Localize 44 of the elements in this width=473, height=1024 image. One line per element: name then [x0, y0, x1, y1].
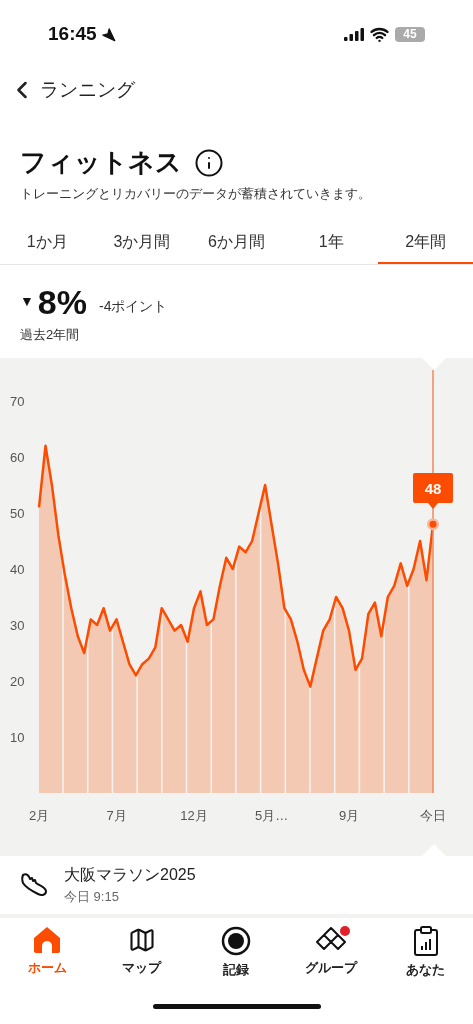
- home-icon: [32, 926, 63, 954]
- page-subtitle: トレーニングとリカバリーのデータが蓄積されていきます。: [19, 185, 372, 203]
- period-tab[interactable]: 6か月間: [189, 221, 284, 264]
- annotation: 48: [424, 480, 442, 497]
- activity-title: 大阪マラソン2025: [64, 865, 196, 886]
- signal-icon: [344, 27, 364, 41]
- info-icon[interactable]: [194, 147, 224, 178]
- location-arrow-icon: [100, 26, 116, 42]
- value-tooltip: 48: [413, 473, 453, 509]
- x-tick-label: 2月: [28, 808, 50, 823]
- activity-time: 今日 9:15: [64, 888, 120, 907]
- change-points: -4ポイント: [99, 296, 168, 316]
- battery-indicator: 45: [395, 26, 425, 42]
- y-tick-label: 10: [10, 730, 25, 745]
- x-tick-label: 7月: [106, 808, 127, 823]
- clipboard-chart-icon: [412, 926, 439, 956]
- nav-tab[interactable]: マップ: [94, 926, 190, 988]
- record-icon: [221, 926, 252, 956]
- y-tick-label: 70: [10, 394, 25, 409]
- x-tick-label: 12月: [180, 808, 208, 823]
- trend-marker: ▼: [20, 292, 34, 311]
- x-tick-label: 今日: [420, 808, 446, 823]
- nav-tab[interactable]: 記録: [189, 926, 284, 988]
- map-icon: [127, 926, 156, 954]
- nav-tab[interactable]: グループ: [283, 926, 379, 988]
- period-tab[interactable]: 2年間: [378, 221, 473, 264]
- y-tick-label: 30: [10, 618, 25, 633]
- back-button[interactable]: ランニング: [8, 75, 135, 105]
- y-tick-label: 50: [10, 506, 25, 521]
- period-label: 過去2年間: [19, 325, 81, 344]
- period-tab[interactable]: 1年: [283, 221, 379, 264]
- shoe-icon: [20, 872, 48, 898]
- status-time: 16:45: [48, 21, 97, 46]
- y-tick-label: 20: [10, 674, 25, 689]
- y-tick-label: 60: [10, 450, 25, 465]
- fitness-percent: 8%: [37, 284, 87, 319]
- nav-tab[interactable]: あなた: [378, 926, 473, 988]
- page-title: フィットネス: [20, 146, 182, 179]
- y-tick-label: 40: [10, 562, 25, 577]
- x-tick-label: 9月: [338, 808, 360, 823]
- activity-row[interactable]: 大阪マラソン2025 今日 9:15: [0, 856, 473, 918]
- x-tick-label: 5月…: [254, 808, 289, 823]
- period-tab[interactable]: 3か月間: [94, 221, 190, 264]
- period-tab[interactable]: 1か月: [0, 221, 95, 264]
